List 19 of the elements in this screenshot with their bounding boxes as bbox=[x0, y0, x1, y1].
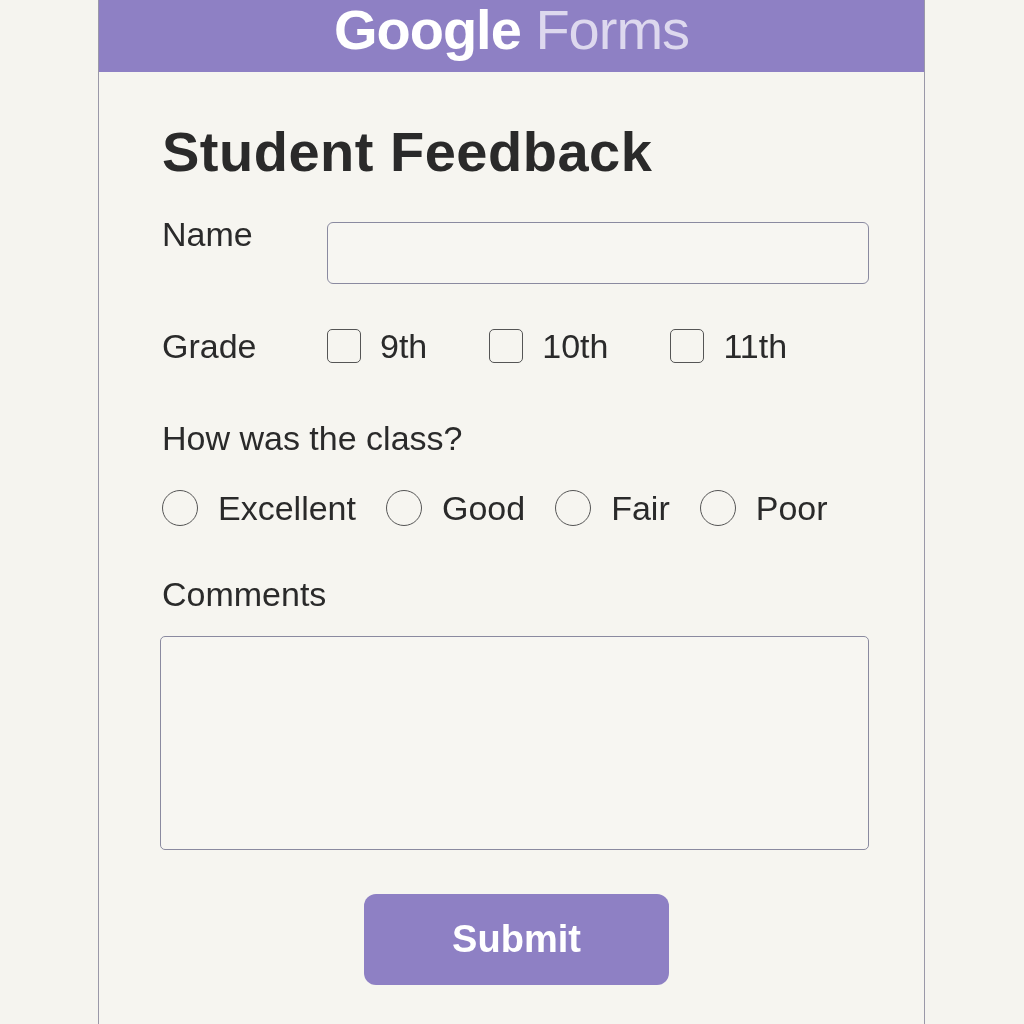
option-label: Poor bbox=[755, 488, 828, 528]
option-label: 11th bbox=[723, 326, 788, 366]
field-label: Comments bbox=[162, 574, 328, 614]
question-label: How was the class? bbox=[162, 418, 464, 458]
option-label: 9th bbox=[380, 326, 428, 366]
submit-button[interactable]: Submit bbox=[364, 894, 669, 985]
field-label: Name bbox=[162, 214, 254, 254]
option-label: Excellent bbox=[218, 488, 356, 528]
brand-logo: Google Forms bbox=[333, 0, 690, 60]
form-title: Student Feedback bbox=[162, 120, 654, 184]
option-label: 10th bbox=[542, 326, 609, 366]
field-label: Grade bbox=[162, 326, 258, 366]
checkbox[interactable] bbox=[489, 329, 524, 363]
comments-input-field[interactable] bbox=[160, 636, 869, 850]
option-label: Fair bbox=[611, 488, 670, 528]
checkbox[interactable] bbox=[670, 329, 705, 363]
name-input-field[interactable] bbox=[327, 222, 869, 284]
checkbox[interactable] bbox=[327, 329, 361, 363]
option-label: Good bbox=[441, 488, 526, 528]
